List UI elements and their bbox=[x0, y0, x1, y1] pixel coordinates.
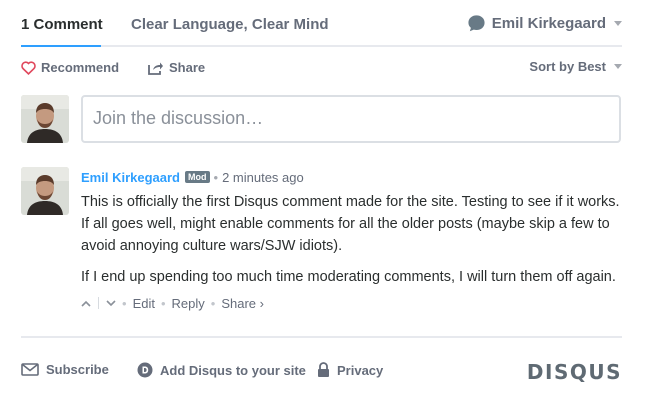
disqus-footer: Subscribe Add Disqus to your site Privac… bbox=[21, 360, 622, 384]
comment-header: Emil Kirkegaard Mod • 2 minutes ago bbox=[81, 168, 626, 186]
add-disqus-link[interactable]: Add Disqus to your site bbox=[137, 362, 306, 378]
subscribe-link[interactable]: Subscribe bbox=[21, 362, 109, 377]
edit-link[interactable]: Edit bbox=[133, 296, 155, 311]
privacy-link[interactable]: Privacy bbox=[317, 362, 383, 378]
user-avatar-icon bbox=[21, 95, 69, 143]
reply-link[interactable]: Reply bbox=[172, 296, 205, 311]
envelope-icon bbox=[21, 363, 39, 376]
chevron-down-icon bbox=[614, 21, 622, 26]
comment-footer: • Edit • Reply • Share › bbox=[81, 294, 626, 312]
tab-active-indicator bbox=[21, 45, 101, 47]
share-button[interactable]: Share bbox=[148, 60, 205, 75]
recommend-button[interactable]: Recommend bbox=[21, 60, 119, 75]
disqus-d-icon bbox=[137, 362, 153, 378]
heart-icon bbox=[21, 60, 36, 75]
tab-comments[interactable]: 1 Comment bbox=[21, 16, 103, 33]
chevron-down-icon bbox=[614, 64, 622, 69]
comment-paragraph: This is officially the first Disqus comm… bbox=[81, 194, 620, 254]
user-avatar-icon bbox=[21, 167, 69, 215]
privacy-label: Privacy bbox=[337, 362, 384, 378]
share-icon bbox=[148, 62, 163, 75]
comment-body: This is officially the first Disqus comm… bbox=[81, 191, 626, 288]
disqus-logo[interactable]: DISQUS bbox=[527, 360, 622, 384]
thread-actions: Recommend Share Sort by Best bbox=[21, 58, 622, 78]
separator-dot: • bbox=[210, 295, 216, 311]
separator-dot: • bbox=[160, 295, 166, 311]
avatar[interactable] bbox=[21, 167, 69, 215]
share-link[interactable]: Share › bbox=[221, 296, 264, 311]
downvote-icon[interactable] bbox=[106, 299, 116, 307]
user-menu[interactable]: Emil Kirkegaard bbox=[467, 14, 622, 33]
vote-divider bbox=[98, 297, 99, 309]
separator-dot: • bbox=[122, 295, 127, 311]
separator-dot: • bbox=[213, 169, 219, 185]
lock-icon bbox=[318, 362, 329, 377]
subscribe-label: Subscribe bbox=[46, 362, 109, 377]
chat-bubble-icon bbox=[468, 15, 485, 32]
upvote-icon[interactable] bbox=[81, 300, 91, 307]
tab-community[interactable]: Clear Language, Clear Mind bbox=[131, 16, 329, 33]
comment-paragraph: If I end up spending too much time moder… bbox=[81, 269, 616, 285]
discussion-tabs: 1 Comment Clear Language, Clear Mind Emi… bbox=[21, 0, 622, 47]
comment-composer-input[interactable]: Join the discussion… bbox=[81, 95, 621, 143]
sort-dropdown[interactable]: Sort by Best bbox=[529, 59, 622, 74]
footer-divider bbox=[21, 336, 622, 338]
user-name: Emil Kirkegaard bbox=[491, 15, 606, 32]
comment-author[interactable]: Emil Kirkegaard bbox=[81, 170, 180, 185]
comment: Emil Kirkegaard Mod • 2 minutes ago This… bbox=[81, 168, 626, 312]
recommend-label: Recommend bbox=[41, 60, 120, 75]
add-disqus-label: Add Disqus to your site bbox=[160, 362, 306, 378]
comment-timestamp[interactable]: 2 minutes ago bbox=[222, 170, 304, 185]
share-label: Share bbox=[169, 60, 206, 75]
sort-label: Sort by Best bbox=[529, 59, 606, 74]
moderator-badge: Mod bbox=[185, 171, 210, 183]
avatar[interactable] bbox=[21, 95, 69, 143]
